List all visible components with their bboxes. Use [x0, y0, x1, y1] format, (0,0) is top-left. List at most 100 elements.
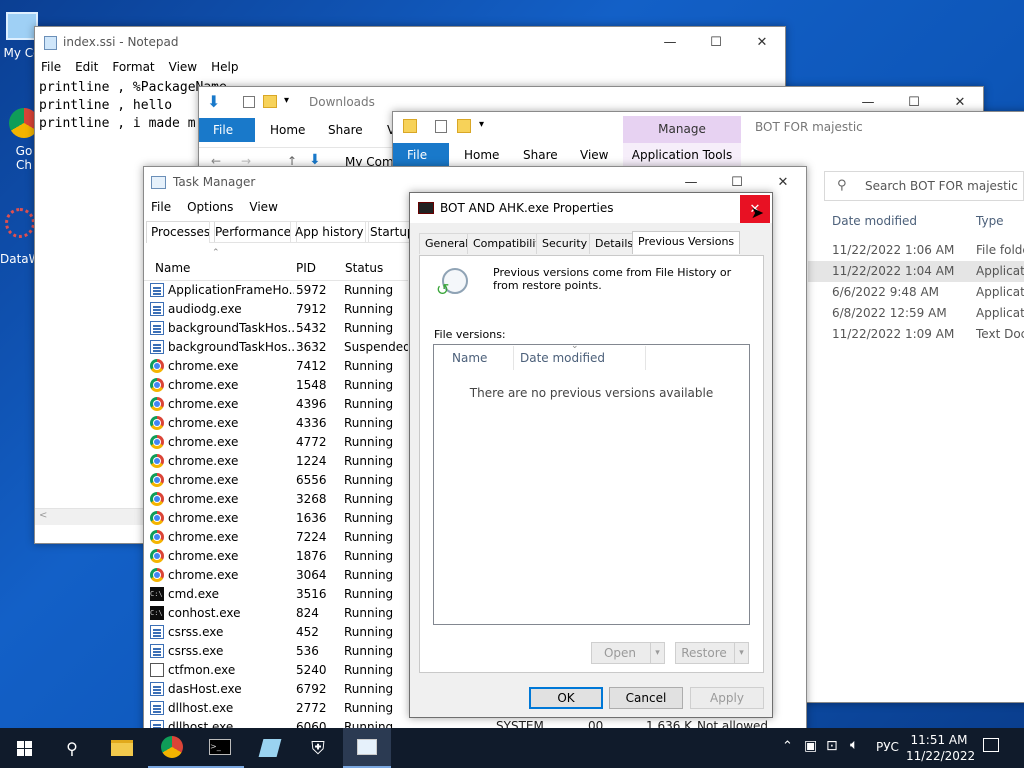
scroll-left-arrow-icon[interactable]: <: [39, 510, 47, 521]
qat-dropdown-icon[interactable]: ▾: [284, 95, 289, 106]
menu-file[interactable]: File: [151, 200, 171, 214]
clock[interactable]: 11:51 AM 11/22/2022: [906, 732, 975, 764]
tab-processes[interactable]: Processes: [146, 221, 216, 243]
column-date-modified[interactable]: Date modified: [832, 214, 917, 228]
cancel-button[interactable]: Cancel: [609, 687, 683, 709]
menu-view[interactable]: View: [249, 200, 277, 214]
ribbon-tab-home[interactable]: Home: [450, 143, 513, 168]
process-row[interactable]: chrome.exe 1876 Running: [144, 546, 406, 565]
notification-icon[interactable]: [983, 738, 999, 752]
notepad-horizontal-scrollbar[interactable]: <: [35, 508, 143, 525]
process-row[interactable]: chrome.exe 3268 Running: [144, 489, 406, 508]
explorer-downloads-title: Downloads: [309, 95, 375, 109]
taskbar-security[interactable]: ⛨: [294, 728, 342, 768]
ribbon-tab-application-tools[interactable]: Application Tools: [623, 143, 741, 168]
ribbon-tab-file[interactable]: File: [199, 118, 255, 142]
process-row[interactable]: ctfmon.exe 5240 Running: [144, 660, 406, 679]
start-button[interactable]: [0, 728, 48, 768]
process-row[interactable]: chrome.exe 4396 Running: [144, 394, 406, 413]
process-row[interactable]: C:\ cmd.exe 3516 Running: [144, 584, 406, 603]
process-row[interactable]: chrome.exe 1224 Running: [144, 451, 406, 470]
explorer-bot-titlebar[interactable]: ▾ Manage BOT FOR majestic: [393, 112, 1024, 143]
file-row[interactable]: 6/6/2022 9:48 AMApplicatio: [808, 282, 1024, 303]
taskbar-app[interactable]: [246, 728, 294, 768]
ribbon-tab-home[interactable]: Home: [256, 118, 319, 142]
process-row[interactable]: backgroundTaskHos... 3632 Suspended: [144, 337, 408, 356]
tab-performance[interactable]: Performance: [209, 221, 298, 243]
minimize-button[interactable]: —: [647, 27, 693, 57]
restore-button[interactable]: Restore ▾: [675, 642, 749, 664]
show-hidden-icons-icon[interactable]: ⌃: [782, 739, 793, 754]
process-row[interactable]: chrome.exe 7412 Running: [144, 356, 406, 375]
display-icon[interactable]: ⊡: [826, 738, 838, 754]
process-row[interactable]: chrome.exe 7224 Running: [144, 527, 406, 546]
tab-previous-versions[interactable]: Previous Versions: [632, 231, 741, 254]
process-row[interactable]: audiodg.exe 7912 Running: [144, 299, 406, 318]
process-row[interactable]: chrome.exe 4772 Running: [144, 432, 406, 451]
column-type[interactable]: Type: [976, 214, 1004, 228]
process-row[interactable]: chrome.exe 1548 Running: [144, 375, 406, 394]
ribbon-tab-view[interactable]: View: [566, 143, 622, 168]
process-row[interactable]: csrss.exe 452 Running: [144, 622, 406, 641]
open-button[interactable]: Open ▾: [591, 642, 665, 664]
task-manager-tabs: Processes Performance App history Startu…: [146, 221, 420, 243]
file-row-selected[interactable]: 11/22/2022 1:04 AMApplicatio: [808, 261, 1024, 282]
tab-security[interactable]: Security: [536, 233, 594, 254]
search-button[interactable]: ⚲: [48, 728, 96, 768]
file-row[interactable]: 11/22/2022 1:09 AMText Docu: [808, 324, 1024, 345]
close-button[interactable]: ✕: [739, 27, 785, 57]
properties-dialog[interactable]: BOT AND AHK.exe Properties ✕ ➤ General C…: [409, 192, 773, 718]
process-row[interactable]: chrome.exe 4336 Running: [144, 413, 406, 432]
file-versions-list[interactable]: Name ⌄ Date modified There are no previo…: [433, 341, 750, 625]
qat-dropdown-icon[interactable]: ▾: [479, 119, 484, 130]
menu-view[interactable]: View: [169, 60, 197, 74]
menu-options[interactable]: Options: [187, 200, 233, 214]
language-indicator[interactable]: РУС: [876, 740, 899, 754]
process-row[interactable]: chrome.exe 3064 Running: [144, 565, 406, 584]
tab-app-history[interactable]: App history: [290, 221, 369, 243]
taskbar-cmd[interactable]: >_: [196, 728, 244, 768]
ribbon-tab-file[interactable]: File: [393, 143, 449, 168]
maximize-button[interactable]: ☐: [693, 27, 739, 57]
properties-icon[interactable]: [435, 120, 447, 133]
menu-help[interactable]: Help: [211, 60, 238, 74]
column-date-modified[interactable]: Date modified: [520, 351, 605, 365]
taskbar-file-explorer[interactable]: [98, 728, 146, 768]
process-status: Suspended: [344, 339, 408, 354]
process-row[interactable]: chrome.exe 6556 Running: [144, 470, 406, 489]
process-row[interactable]: backgroundTaskHos... 5432 Running: [144, 318, 406, 337]
process-row[interactable]: chrome.exe 1636 Running: [144, 508, 406, 527]
apply-button[interactable]: Apply: [690, 687, 764, 709]
process-row[interactable]: ApplicationFrameHo... 5972 Running: [144, 280, 406, 299]
menu-file[interactable]: File: [41, 60, 61, 74]
column-name[interactable]: Name: [452, 351, 487, 365]
process-row[interactable]: C:\ conhost.exe 824 Running: [144, 603, 406, 622]
new-folder-icon[interactable]: [457, 119, 471, 133]
properties-icon[interactable]: [243, 96, 255, 108]
task-manager-icon: [151, 176, 166, 189]
column-name[interactable]: Name: [155, 261, 190, 275]
taskbar-chrome[interactable]: [148, 728, 196, 768]
ok-button[interactable]: OK: [529, 687, 603, 709]
network-icon[interactable]: ▣: [804, 738, 817, 754]
menu-edit[interactable]: Edit: [75, 60, 98, 74]
search-box[interactable]: ⚲ Search BOT FOR majestic: [824, 171, 1024, 201]
process-row[interactable]: dllhost.exe 2772 Running: [144, 698, 406, 717]
process-pid: 5432: [296, 320, 327, 335]
process-row[interactable]: dasHost.exe 6792 Running: [144, 679, 406, 698]
column-status[interactable]: Status: [345, 261, 383, 275]
file-row[interactable]: 6/8/2022 12:59 AMApplicatio: [808, 303, 1024, 324]
file-row[interactable]: 11/22/2022 1:06 AMFile folde: [808, 240, 1024, 261]
notepad-titlebar[interactable]: index.ssi - Notepad — ☐ ✕: [35, 27, 785, 58]
manage-context-tab[interactable]: Manage: [623, 116, 741, 143]
menu-format[interactable]: Format: [112, 60, 154, 74]
properties-titlebar[interactable]: BOT AND AHK.exe Properties ✕ ➤: [410, 193, 772, 223]
process-status: Running: [344, 491, 394, 506]
volume-icon[interactable]: 🔈︎: [850, 737, 858, 753]
taskbar-task-manager[interactable]: [343, 728, 391, 768]
folder-icon[interactable]: [263, 95, 277, 108]
column-pid[interactable]: PID: [296, 261, 316, 275]
ribbon-tab-share[interactable]: Share: [314, 118, 377, 142]
process-row[interactable]: csrss.exe 536 Running: [144, 641, 406, 660]
ribbon-tab-share[interactable]: Share: [509, 143, 572, 168]
